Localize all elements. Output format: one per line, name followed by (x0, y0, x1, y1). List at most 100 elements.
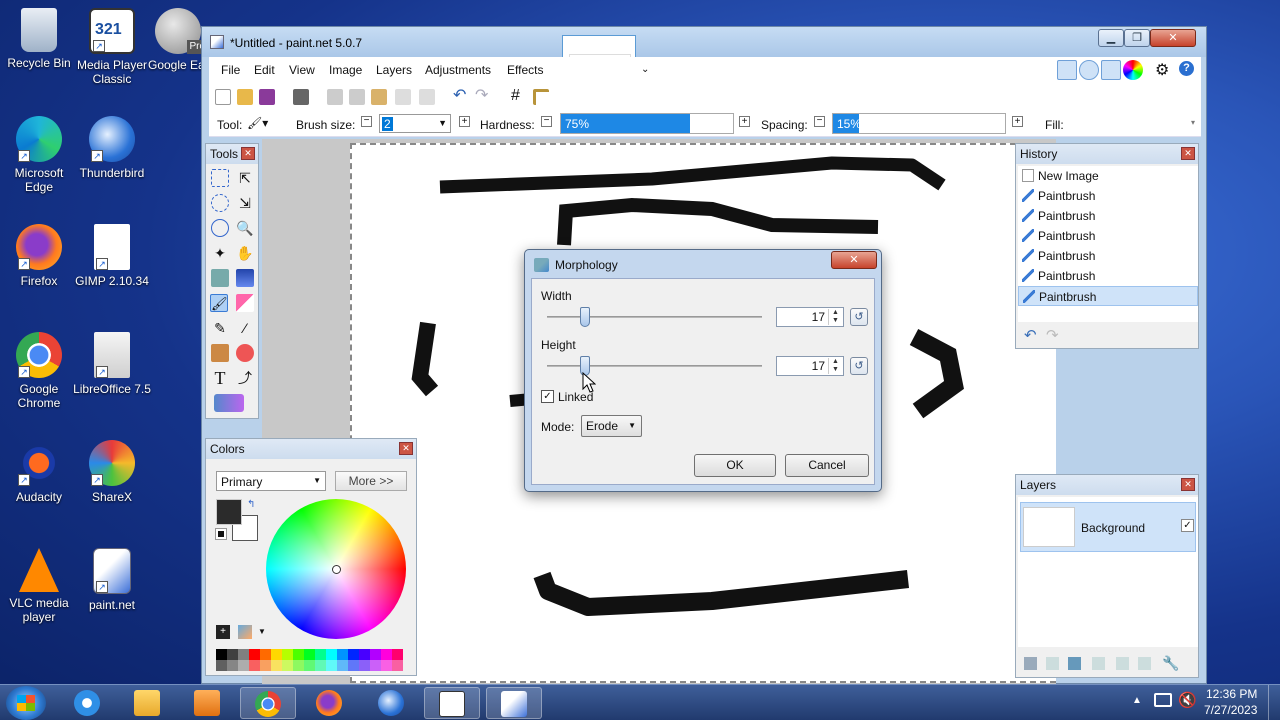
palette-swatch[interactable] (304, 660, 315, 671)
start-button[interactable] (6, 686, 46, 720)
palette-swatch[interactable] (260, 649, 271, 660)
palette-swatch[interactable] (282, 649, 293, 660)
duplicate-layer-icon[interactable] (1068, 657, 1081, 670)
spacing-increase-icon[interactable]: + (1012, 116, 1023, 127)
color-picker-tool-icon[interactable]: ⁄ (236, 319, 254, 337)
desktop-icon-google-earth-pro[interactable]: Pro Google Earth Pro (148, 8, 208, 72)
palette-swatch[interactable] (304, 649, 315, 660)
desktop-icon-paintnet[interactable]: ↗ paint.net (73, 548, 151, 612)
palette-swatch[interactable] (370, 649, 381, 660)
tools-window-toggle-icon[interactable] (1057, 60, 1077, 80)
close-icon[interactable]: ✕ (399, 442, 413, 455)
maximize-button[interactable]: ❐ (1124, 29, 1150, 47)
paste-icon[interactable] (371, 89, 387, 105)
crop-icon[interactable] (395, 89, 411, 105)
close-icon[interactable]: ✕ (241, 147, 255, 160)
brush-size-combobox[interactable]: 2 ▼ (379, 114, 451, 133)
palette-swatch[interactable] (359, 660, 370, 671)
desktop-icon-edge[interactable]: ↗ Microsoft Edge (0, 116, 78, 194)
print-icon[interactable] (293, 89, 309, 105)
spacing-decrease-icon[interactable]: − (814, 116, 825, 127)
brush-size-decrease-icon[interactable]: − (361, 116, 372, 127)
width-spinner[interactable]: 17 ▲ ▼ (776, 307, 844, 327)
palette-swatch[interactable] (271, 649, 282, 660)
desktop-icon-thunderbird[interactable]: ↗ Thunderbird (73, 116, 151, 180)
lasso-select-tool-icon[interactable] (211, 194, 229, 212)
swap-colors-icon[interactable]: ↰ (247, 499, 255, 510)
palette-swatch[interactable] (227, 660, 238, 671)
history-item-paintbrush[interactable]: Paintbrush (1018, 246, 1198, 266)
menu-edit[interactable]: Edit (254, 63, 275, 77)
palette-swatch[interactable] (282, 660, 293, 671)
history-redo-icon[interactable]: ↷ (1046, 326, 1059, 344)
menu-effects[interactable]: Effects (507, 63, 543, 77)
dialog-close-button[interactable]: ✕ (831, 251, 877, 269)
palette-swatch[interactable] (359, 649, 370, 660)
redo-icon[interactable]: ↷ (475, 88, 491, 105)
palette-swatch[interactable] (381, 660, 392, 671)
menu-image[interactable]: Image (329, 63, 362, 77)
color-wheel[interactable] (266, 499, 406, 639)
taskbar-paintnet[interactable] (486, 687, 542, 719)
height-spinner[interactable]: 17 ▲ ▼ (776, 356, 844, 376)
ruler-icon[interactable] (533, 89, 549, 105)
palette-swatch[interactable] (392, 660, 403, 671)
palette-swatch[interactable] (293, 649, 304, 660)
desktop-icon-recycle-bin[interactable]: Recycle Bin (0, 8, 78, 70)
palette-swatch[interactable] (260, 660, 271, 671)
desktop-icon-chrome[interactable]: ↗ Google Chrome (0, 332, 78, 410)
colors-panel-header[interactable]: Colors ✕ (206, 439, 416, 459)
recolor-tool-icon[interactable] (236, 344, 254, 362)
current-tool-paintbrush-icon[interactable]: 🖌▾ (247, 116, 268, 130)
history-item-paintbrush[interactable]: Paintbrush (1018, 206, 1198, 226)
title-bar[interactable]: *Untitled - paint.net 5.0.7 ▁ ❐ ✕ (202, 27, 1206, 57)
hardness-decrease-icon[interactable]: − (541, 116, 552, 127)
primary-color-swatch[interactable] (216, 499, 242, 525)
ellipse-select-tool-icon[interactable] (211, 219, 229, 237)
move-layer-down-icon[interactable] (1138, 657, 1151, 670)
taskbar-date[interactable]: 7/27/2023 (1204, 703, 1257, 717)
zoom-tool-icon[interactable]: 🔍 (236, 219, 254, 237)
move-selection-tool-icon[interactable]: ⇱ (236, 169, 254, 187)
history-panel-header[interactable]: History ✕ (1016, 144, 1198, 164)
shapes-tool-icon[interactable] (214, 394, 244, 412)
palette-swatch[interactable] (326, 660, 337, 671)
palette-swatch[interactable] (381, 649, 392, 660)
network-icon[interactable] (1154, 693, 1172, 707)
clone-stamp-tool-icon[interactable] (211, 344, 229, 362)
tab-list-chevron-icon[interactable]: ⌄ (641, 64, 649, 75)
desktop-icon-vlc[interactable]: VLC media player (0, 548, 78, 624)
layer-row-background[interactable]: Background ✓ (1020, 502, 1196, 552)
spinner-arrows-icon[interactable]: ▲ ▼ (828, 358, 842, 374)
new-file-icon[interactable] (215, 89, 231, 105)
history-item-paintbrush[interactable]: Paintbrush (1018, 186, 1198, 206)
cancel-button[interactable]: Cancel (785, 454, 869, 477)
history-item-paintbrush[interactable]: Paintbrush (1018, 226, 1198, 246)
layers-panel-header[interactable]: Layers ✕ (1016, 475, 1198, 495)
history-item-paintbrush[interactable]: Paintbrush (1018, 266, 1198, 286)
pan-tool-icon[interactable]: ✋ (236, 244, 254, 262)
ok-button[interactable]: OK (694, 454, 776, 477)
taskbar-media-player-classic[interactable] (424, 687, 480, 719)
desktop-icon-media-player-classic[interactable]: 321 ↗ Media Player Classic (73, 8, 151, 86)
desktop-icon-libreoffice[interactable]: ↗ LibreOffice 7.5 (73, 332, 151, 396)
taskbar-firefox[interactable] (302, 687, 358, 719)
line-curve-tool-icon[interactable]: ⤴ (236, 369, 254, 387)
merge-layer-icon[interactable] (1092, 657, 1105, 670)
palette-swatch[interactable] (370, 660, 381, 671)
palette-swatch[interactable] (216, 649, 227, 660)
close-icon[interactable]: ✕ (1181, 478, 1195, 491)
pencil-tool-icon[interactable]: ✎ (211, 319, 229, 337)
palette-swatch[interactable] (238, 649, 249, 660)
palette-swatch[interactable] (337, 649, 348, 660)
color-wheel-handle[interactable] (332, 565, 341, 574)
magic-wand-tool-icon[interactable]: ✦ (211, 244, 229, 262)
palette-swatch[interactable] (238, 660, 249, 671)
taskbar-thunderbird[interactable] (364, 687, 420, 719)
palette-menu-arrow-icon[interactable]: ▼ (258, 627, 266, 636)
history-item-paintbrush[interactable]: Paintbrush (1018, 286, 1198, 306)
width-slider-thumb[interactable] (580, 307, 590, 327)
desktop-icon-sharex[interactable]: ↗ ShareX (73, 440, 151, 504)
mode-select[interactable]: Erode ▼ (581, 415, 642, 437)
spinner-arrows-icon[interactable]: ▲ ▼ (828, 309, 842, 325)
